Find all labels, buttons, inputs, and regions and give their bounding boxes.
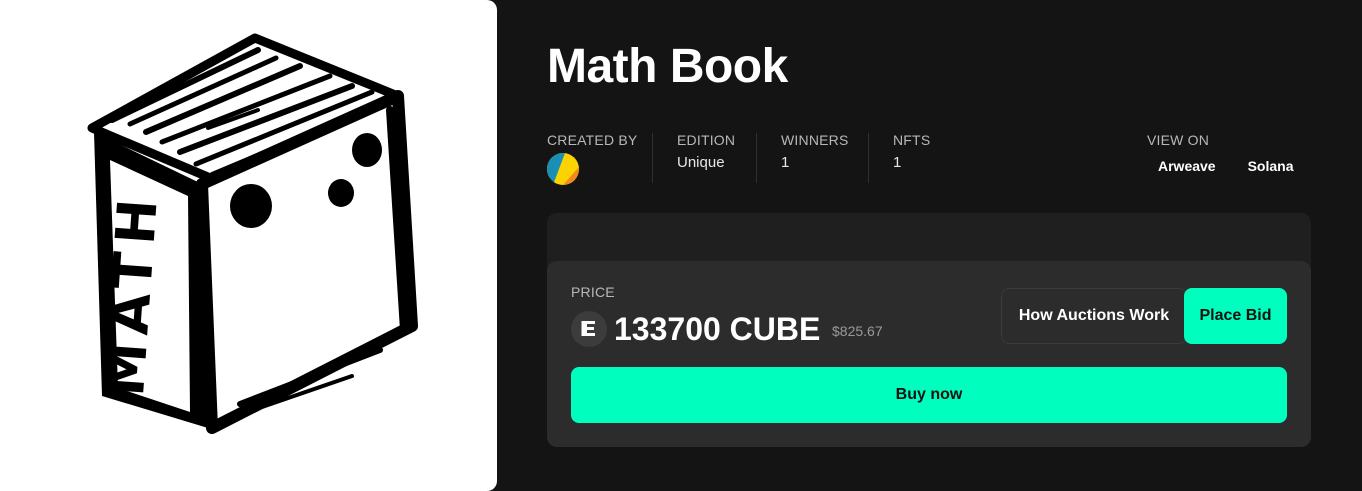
view-on: VIEW ON Arweave Solana	[1147, 132, 1294, 174]
created-by: CREATED BY	[547, 132, 637, 185]
view-on-label: VIEW ON	[1147, 132, 1210, 148]
winners-value: 1	[781, 154, 790, 171]
how-auctions-work-button[interactable]: How Auctions Work	[1001, 288, 1187, 344]
price-label: PRICE	[571, 284, 615, 300]
edition-value: Unique	[677, 154, 725, 171]
edition-label: EDITION	[677, 132, 736, 148]
nfts-label: NFTS	[893, 132, 931, 148]
buy-now-button[interactable]: Buy now	[571, 367, 1287, 423]
nfts: NFTS 1	[893, 132, 930, 172]
meta-divider	[652, 133, 653, 183]
edition: EDITION Unique	[677, 132, 735, 172]
nft-artwork[interactable]: MATH	[0, 0, 497, 491]
winners: WINNERS 1	[781, 132, 849, 172]
meta-divider	[868, 133, 869, 183]
nft-detail-page: MATH Math Book CREATED BY EDITION Unique…	[0, 0, 1362, 491]
price-usd: $825.67	[832, 323, 883, 339]
meta-divider	[756, 133, 757, 183]
place-bid-button[interactable]: Place Bid	[1184, 288, 1287, 344]
cube-token-icon	[571, 311, 607, 347]
page-title: Math Book	[547, 40, 788, 93]
created-by-label: CREATED BY	[547, 132, 638, 148]
arweave-link[interactable]: Arweave	[1158, 158, 1216, 174]
creator-avatar[interactable]	[547, 153, 579, 185]
view-on-links: Arweave Solana	[1147, 158, 1294, 174]
math-book-illustration: MATH	[87, 33, 418, 434]
price-amount: 133700 CUBE	[614, 311, 821, 347]
solana-link[interactable]: Solana	[1248, 158, 1294, 174]
avatar-gradient-icon	[547, 153, 579, 185]
nfts-value: 1	[893, 154, 902, 171]
token-glyph	[581, 321, 595, 336]
winners-label: WINNERS	[781, 132, 849, 148]
